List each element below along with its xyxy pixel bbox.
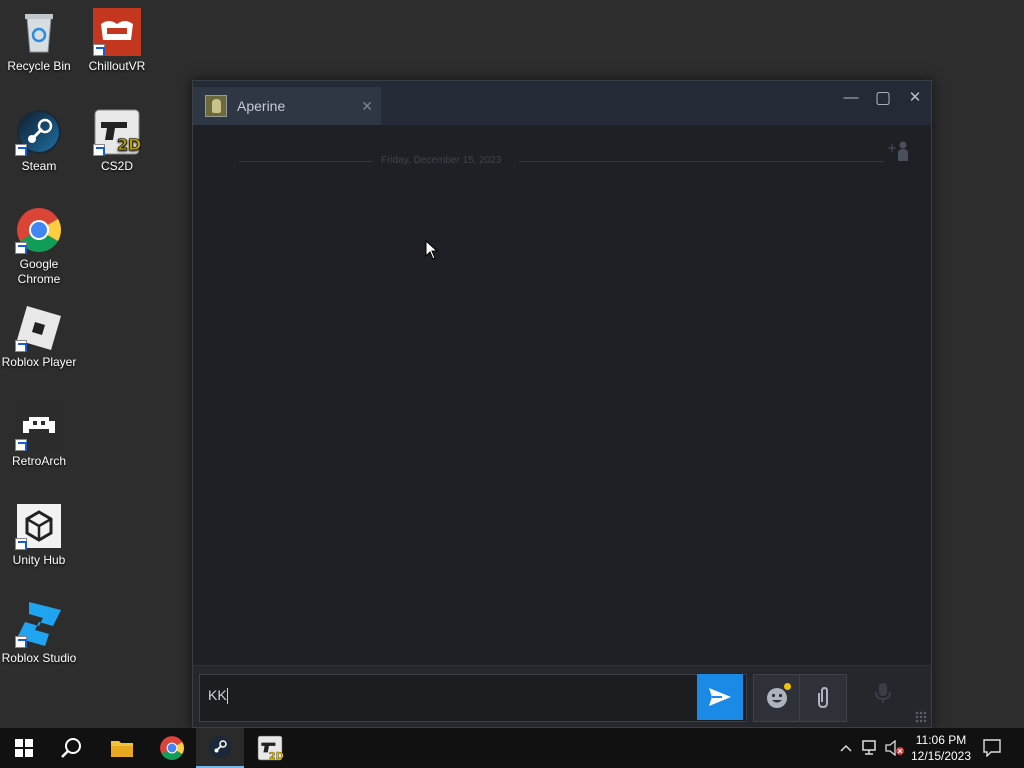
notification-icon (983, 739, 1001, 757)
taskbar: 2D 11:06 PM 12/15/2023 (0, 728, 1024, 768)
chrome-icon (160, 736, 184, 760)
avatar (205, 95, 227, 117)
message-composer: KK (193, 665, 931, 727)
windows-logo-icon (15, 739, 33, 757)
desktop-icon-label: Roblox Player (1, 355, 77, 369)
chilloutvr-icon (93, 8, 141, 56)
desktop-icon-chilloutvr[interactable]: ChilloutVR (78, 8, 156, 74)
roblox-player-icon (15, 304, 63, 352)
shortcut-arrow-icon (15, 242, 27, 254)
composer-tools (753, 674, 847, 722)
clock-time: 11:06 PM (915, 733, 967, 747)
show-hidden-icons-button[interactable] (836, 728, 856, 768)
start-button[interactable] (0, 728, 48, 768)
smiley-icon (766, 688, 787, 708)
voice-chat-button[interactable] (863, 678, 903, 718)
shortcut-arrow-icon (15, 538, 27, 550)
add-friend-to-chat-icon[interactable]: + (887, 139, 911, 163)
close-tab-icon[interactable]: ✕ (361, 98, 373, 115)
desktop-icon-label: Steam (21, 159, 57, 173)
close-button[interactable]: ✕ (901, 87, 929, 109)
taskbar-clock[interactable]: 11:06 PM 12/15/2023 (906, 732, 976, 764)
taskbar-chrome[interactable] (148, 728, 196, 768)
chat-tab-label: Aperine (237, 98, 286, 114)
search-icon (61, 738, 81, 758)
send-icon (709, 688, 731, 706)
network-icon[interactable] (860, 728, 882, 768)
desktop-icon-label: RetroArch (11, 454, 67, 468)
steam-chat-window: Aperine ✕ — ▢ ✕ Friday, December 15, 202… (192, 80, 932, 728)
action-center-button[interactable] (976, 728, 1008, 768)
shortcut-arrow-icon (15, 340, 27, 352)
svg-text:2D: 2D (117, 135, 141, 154)
message-input-text: KK (208, 687, 227, 703)
desktop-icon-label: Roblox Studio (1, 651, 77, 665)
date-divider-line (239, 161, 373, 162)
taskbar-cs2d[interactable]: 2D (246, 728, 294, 768)
desktop-icon-steam[interactable]: Steam (0, 108, 78, 174)
desktop-icon-recycle-bin[interactable]: Recycle Bin (0, 8, 78, 74)
desktop-icon-roblox-studio[interactable]: Roblox Studio (0, 600, 78, 666)
message-history[interactable]: Friday, December 15, 2023 + (193, 125, 931, 665)
send-button[interactable] (697, 674, 743, 720)
chat-tab-aperine[interactable]: Aperine ✕ (193, 87, 381, 125)
shortcut-arrow-icon (15, 144, 27, 156)
desktop-icon-label: Google Chrome (17, 257, 61, 286)
attach-file-button[interactable] (800, 675, 846, 721)
microphone-icon (875, 683, 891, 703)
unity-hub-icon (15, 502, 63, 550)
desktop-icon-label: CS2D (100, 159, 133, 173)
cs2d-icon: 2D (93, 108, 142, 156)
svg-text:2D: 2D (269, 751, 283, 761)
volume-muted-icon[interactable] (884, 728, 906, 768)
paperclip-icon (818, 687, 828, 709)
desktop-icon-roblox-player[interactable]: Roblox Player (0, 304, 78, 370)
desktop-icon-google-chrome[interactable]: Google Chrome (0, 206, 78, 287)
cs2d-icon: 2D (257, 735, 283, 761)
clock-date: 12/15/2023 (910, 749, 972, 763)
steam-icon (209, 736, 231, 758)
shortcut-arrow-icon (15, 439, 27, 451)
retroarch-icon (15, 403, 63, 451)
recycle-bin-icon (15, 8, 63, 56)
notification-dot (784, 683, 791, 690)
message-input[interactable]: KK (199, 674, 747, 722)
chat-titlebar[interactable]: Aperine ✕ — ▢ ✕ (193, 81, 931, 125)
desktop-icon-label: Unity Hub (12, 553, 66, 567)
desktop-icon-label: ChilloutVR (88, 59, 146, 73)
desktop-icon-label: Recycle Bin (7, 59, 71, 73)
resize-grip-icon[interactable] (915, 711, 927, 723)
svg-text:+: + (887, 141, 897, 155)
mouse-cursor-icon (425, 239, 439, 260)
chrome-icon (15, 206, 63, 254)
folder-icon (111, 741, 133, 757)
desktop-icon-unity-hub[interactable]: Unity Hub (0, 502, 78, 568)
date-divider: Friday, December 15, 2023 (239, 155, 883, 167)
text-caret (226, 688, 228, 705)
maximize-button[interactable]: ▢ (869, 87, 897, 109)
roblox-studio-icon (15, 600, 63, 648)
desktop-icon-cs2d[interactable]: 2D CS2D (78, 108, 156, 174)
emoticon-button[interactable] (754, 675, 800, 721)
search-button[interactable] (48, 728, 96, 768)
shortcut-arrow-icon (93, 144, 105, 156)
chevron-up-icon (840, 744, 852, 752)
desktop-icon-retroarch[interactable]: RetroArch (0, 403, 78, 469)
steam-icon (15, 108, 63, 156)
shortcut-arrow-icon (93, 44, 105, 56)
taskbar-file-explorer[interactable] (98, 728, 146, 768)
date-divider-text: Friday, December 15, 2023 (381, 155, 502, 166)
shortcut-arrow-icon (15, 636, 27, 648)
taskbar-steam[interactable] (196, 728, 244, 768)
date-divider-line (519, 161, 883, 162)
minimize-button[interactable]: — (837, 87, 865, 109)
